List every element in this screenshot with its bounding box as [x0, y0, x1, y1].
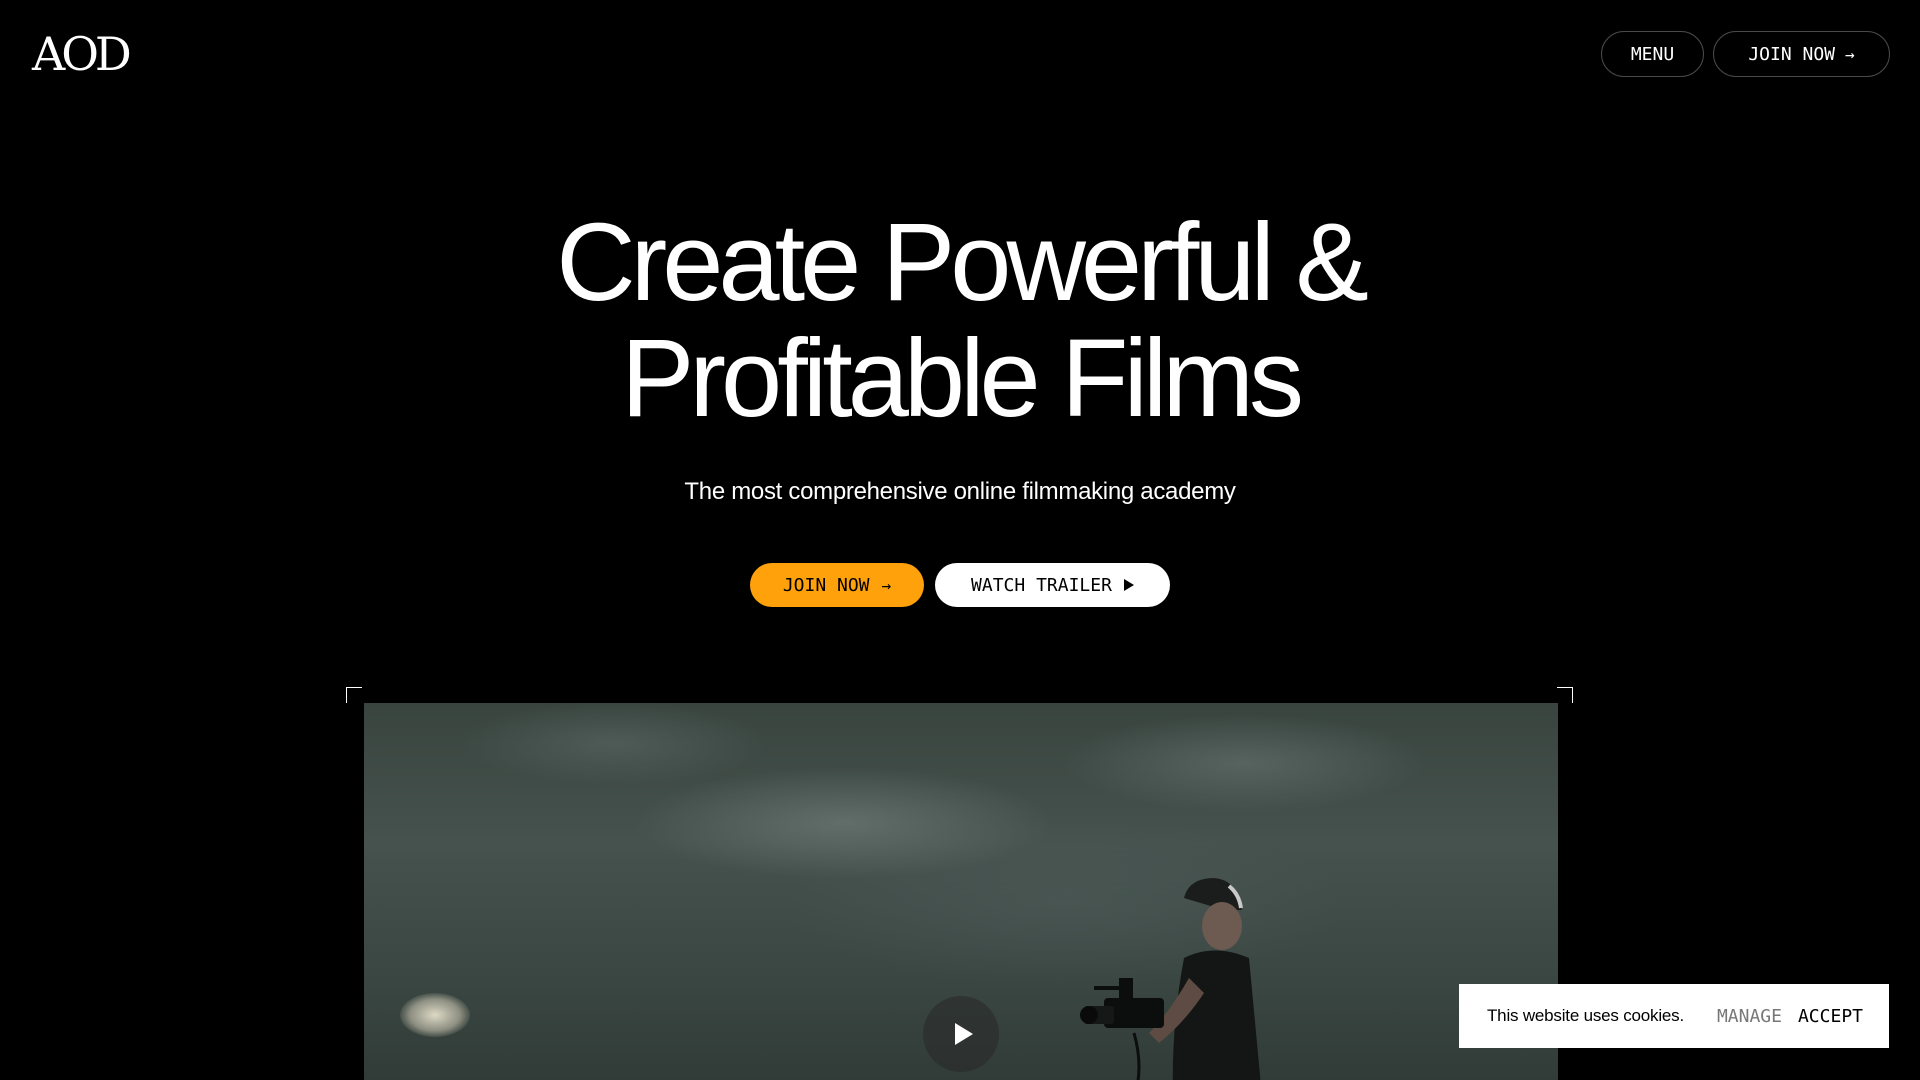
play-icon [954, 1023, 973, 1045]
frame-corner-top-right [1557, 687, 1573, 703]
logo[interactable]: AOD [32, 28, 132, 80]
filmmaker-silhouette [1080, 878, 1261, 1080]
header-join-label: JOIN NOW [1748, 43, 1836, 65]
lens-flare [400, 993, 470, 1037]
arrow-right-icon: → [1845, 44, 1855, 64]
frame-corner-top-left [346, 687, 362, 703]
cookie-banner: This website uses cookies. MANAGE ACCEPT [1459, 984, 1889, 1048]
page: AOD MENU JOIN NOW → Create Powerful & Pr… [0, 0, 1920, 1080]
video-play-button[interactable] [923, 996, 999, 1072]
arrow-right-icon: → [881, 575, 892, 595]
trailer-video[interactable] [364, 703, 1558, 1080]
watch-trailer-button[interactable]: WATCH TRAILER [935, 563, 1170, 607]
play-icon [1123, 579, 1134, 591]
cookie-accept-button[interactable]: ACCEPT [1798, 1006, 1863, 1027]
hero-title: Create Powerful & Profitable Films [0, 205, 1920, 437]
hero-title-line-2: Profitable Films [621, 317, 1304, 440]
hero-join-label: JOIN NOW [782, 574, 870, 596]
watch-trailer-label: WATCH TRAILER [971, 574, 1112, 596]
hero-title-line-1: Create Powerful & [556, 201, 1369, 324]
menu-button[interactable]: MENU [1601, 31, 1704, 77]
cookie-message: This website uses cookies. [1487, 1006, 1684, 1025]
hero-join-button[interactable]: JOIN NOW → [750, 563, 924, 607]
cookie-manage-button[interactable]: MANAGE [1717, 1006, 1782, 1027]
header-join-button[interactable]: JOIN NOW → [1713, 31, 1890, 77]
hero-subtitle: The most comprehensive online filmmaking… [684, 478, 1236, 505]
menu-button-label: MENU [1630, 43, 1675, 65]
